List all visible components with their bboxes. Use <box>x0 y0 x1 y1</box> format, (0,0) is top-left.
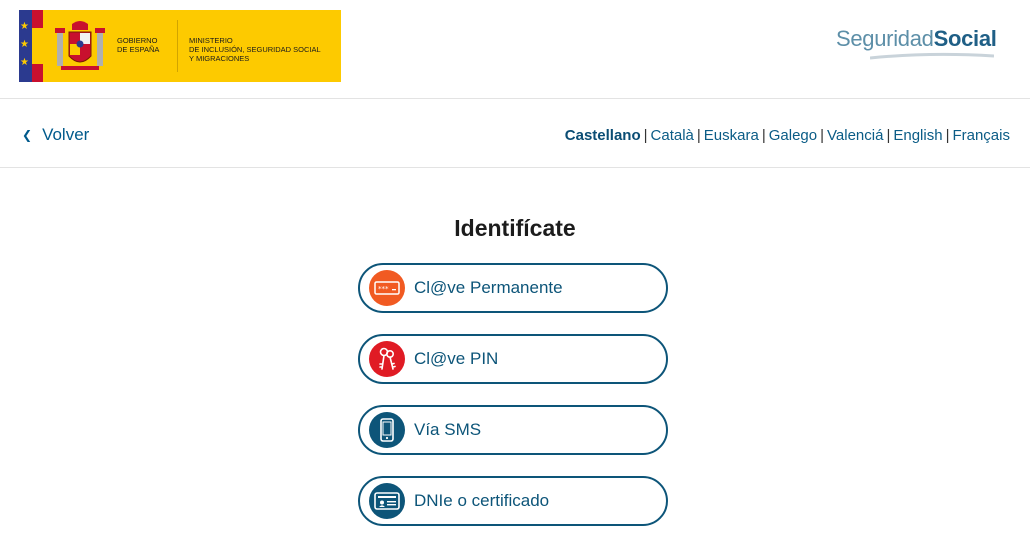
language-valencia[interactable]: Valenciá <box>827 127 883 144</box>
logo-text-bold: Social <box>933 26 997 51</box>
page-title: Identifícate <box>454 215 576 241</box>
logo-text-light: Seguridad <box>836 26 934 51</box>
ministry-text: MINISTERIO DE INCLUSIÓN, SEGURIDAD SOCIA… <box>189 36 339 63</box>
ministry-line: Y MIGRACIONES <box>189 54 250 63</box>
language-separator: | <box>820 127 825 144</box>
language-english[interactable]: English <box>893 127 942 144</box>
star-icon: ★ <box>20 39 29 50</box>
id-card-icon <box>369 483 405 519</box>
language-selector: Castellano | Català | Euskara | Galego |… <box>565 127 1010 144</box>
ministry-line: DE INCLUSIÓN, SEGURIDAD SOCIAL <box>189 45 321 54</box>
coat-of-arms-icon <box>55 21 105 70</box>
flag-stripe <box>32 10 43 28</box>
back-label: Volver <box>42 125 90 144</box>
dnie-certificado-button[interactable]: DNIe o certificado <box>358 476 668 526</box>
option-label: Cl@ve PIN <box>414 349 499 368</box>
government-text: GOBIERNO DE ESPAÑA <box>117 36 183 54</box>
language-francais[interactable]: Français <box>952 127 1010 144</box>
language-separator: | <box>886 127 891 144</box>
svg-text:***: *** <box>378 285 389 293</box>
option-label: Cl@ve Permanente <box>414 278 563 297</box>
star-icon: ★ <box>20 57 29 68</box>
language-separator: | <box>945 127 950 144</box>
password-field-icon: *** <box>369 270 405 306</box>
clave-permanente-button[interactable]: *** Cl@ve Permanente <box>358 263 668 313</box>
option-label: DNIe o certificado <box>414 491 550 510</box>
site-header: ★ ★ ★ GOBIERNO DE ESPAÑA MINISTERIO DE I… <box>0 0 1030 99</box>
seguridad-social-logo[interactable]: SeguridadSocial <box>836 26 997 52</box>
via-sms-button[interactable]: Vía SMS <box>358 405 668 455</box>
language-castellano[interactable]: Castellano <box>565 127 641 144</box>
language-separator: | <box>761 127 766 144</box>
ministry-line: MINISTERIO <box>189 36 233 45</box>
logo-swoosh-icon <box>870 52 994 60</box>
flag-stripe <box>32 64 43 82</box>
language-catala[interactable]: Català <box>651 127 694 144</box>
language-separator: | <box>643 127 648 144</box>
gov-line: DE ESPAÑA <box>117 45 160 54</box>
banner-divider <box>177 20 178 72</box>
mobile-phone-icon <box>369 412 405 448</box>
pin-keys-icon <box>369 341 405 377</box>
gov-line: GOBIERNO <box>117 36 158 45</box>
option-label: Vía SMS <box>414 420 482 439</box>
clave-pin-button[interactable]: Cl@ve PIN <box>358 334 668 384</box>
language-galego[interactable]: Galego <box>769 127 817 144</box>
chevron-left-icon: ❮ <box>22 128 33 142</box>
government-banner-logo[interactable]: ★ ★ ★ GOBIERNO DE ESPAÑA MINISTERIO DE I… <box>19 10 341 82</box>
language-separator: | <box>696 127 701 144</box>
back-link[interactable]: ❮ Volver <box>22 125 89 145</box>
navigation-bar: ❮ Volver Castellano | Català | Euskara |… <box>0 99 1030 168</box>
eu-flag-strip: ★ ★ ★ <box>19 10 32 82</box>
star-icon: ★ <box>20 21 29 32</box>
language-euskara[interactable]: Euskara <box>704 127 759 144</box>
